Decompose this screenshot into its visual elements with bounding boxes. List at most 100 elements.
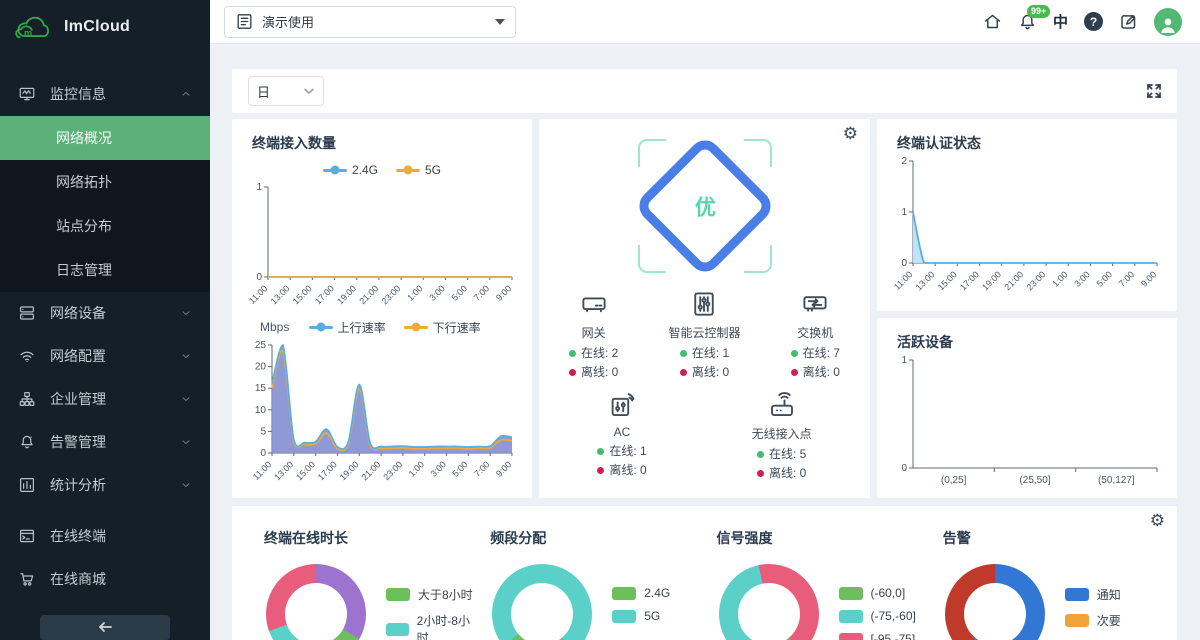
- svg-text:(0,25]: (0,25]: [941, 475, 967, 486]
- legend-item[interactable]: 2.4G: [323, 163, 378, 177]
- online-stat: 在线: 7: [791, 344, 840, 363]
- svg-text:5:00: 5:00: [1095, 269, 1114, 288]
- legend-item[interactable]: (-75,-60]: [839, 609, 916, 623]
- legend-item[interactable]: 5G: [396, 163, 441, 177]
- legend-item[interactable]: 2.4G: [612, 586, 670, 600]
- online-stat: 在线: 2: [569, 344, 618, 363]
- gateway-icon: [579, 289, 609, 319]
- edit-note-icon: [1119, 12, 1138, 31]
- svg-text:19:00: 19:00: [338, 459, 361, 482]
- sidebar-subitem[interactable]: 站点分布: [0, 204, 210, 248]
- speed-legend-row: Mbps 上行速率下行速率: [232, 317, 532, 337]
- app-window: m ImCloud 监控信息网络概况网络拓扑站点分布日志管理网络设备网络配置企业…: [0, 0, 1200, 640]
- svg-text:0: 0: [256, 272, 262, 283]
- legend-label: 下行速率: [433, 319, 481, 336]
- legend-item[interactable]: 5G: [612, 609, 670, 623]
- svg-text:17:00: 17:00: [958, 269, 981, 292]
- svg-text:1:00: 1:00: [1050, 269, 1069, 288]
- svg-text:25: 25: [255, 340, 267, 351]
- legend-item[interactable]: 2小时-8小时: [386, 612, 478, 640]
- user-avatar[interactable]: [1154, 8, 1182, 36]
- device-stat: 无线接入点在线: 5离线: 0: [752, 390, 812, 483]
- settings-gear-icon[interactable]: ⚙: [1150, 512, 1165, 529]
- panel-terminal-access: 终端接入数量 2.4G5G 0111:0013:0015:0017:0019:0…: [232, 119, 532, 498]
- sidebar-item[interactable]: 企业管理: [0, 378, 210, 421]
- legend-item[interactable]: 通知: [1065, 586, 1121, 603]
- legend-chip-icon: [1065, 588, 1089, 601]
- svg-text:9:00: 9:00: [1139, 269, 1158, 288]
- status-dot-icon: [569, 369, 576, 376]
- sidebar-item[interactable]: 在线商城: [0, 558, 210, 601]
- svg-text:1: 1: [256, 182, 262, 193]
- chevron-down-icon: [180, 350, 192, 362]
- svg-text:7:00: 7:00: [1117, 269, 1136, 288]
- feedback-button[interactable]: [1119, 12, 1138, 31]
- sidebar-subitem[interactable]: 网络概况: [0, 116, 210, 160]
- legend-chip-icon: [1065, 614, 1089, 627]
- notification-badge: 99+: [1027, 5, 1050, 18]
- sidebar-item-label: 统计分析: [50, 475, 106, 495]
- panel-auth-status: 终端认证状态 01211:0013:0015:0017:0019:0021:00…: [877, 119, 1177, 311]
- arrow-left-icon: [97, 620, 113, 634]
- sidebar-item[interactable]: 网络设备: [0, 292, 210, 335]
- sidebar-subitem[interactable]: 日志管理: [0, 248, 210, 292]
- legend-item[interactable]: [-95,-75]: [839, 632, 916, 640]
- legend-chip-icon: [386, 588, 410, 601]
- signal-donut: [719, 564, 819, 640]
- device-stats-row: AC在线: 1离线: 0无线接入点在线: 5离线: 0: [539, 390, 870, 483]
- legend-label: (-75,-60]: [871, 609, 916, 623]
- section-signal: 信号强度 (-60,0](-75,-60][-95,-75]: [705, 520, 931, 640]
- settings-gear-icon[interactable]: ⚙: [843, 125, 858, 142]
- language-toggle[interactable]: 中: [1053, 11, 1068, 32]
- status-dot-icon: [680, 369, 687, 376]
- svg-text:15:00: 15:00: [294, 459, 317, 482]
- svg-text:11:00: 11:00: [892, 269, 915, 292]
- right-column: 终端认证状态 01211:0013:0015:0017:0019:0021:00…: [877, 119, 1177, 498]
- legend-item[interactable]: 大于8小时: [386, 586, 478, 603]
- controller-icon: [689, 289, 719, 319]
- sidebar-item[interactable]: 监控信息: [0, 73, 210, 116]
- svg-text:13:00: 13:00: [269, 283, 292, 306]
- sidebar-collapse-button[interactable]: [40, 615, 170, 640]
- scope-selector[interactable]: 演示使用: [224, 6, 516, 38]
- device-name: 智能云控制器: [668, 324, 740, 341]
- fullscreen-button[interactable]: [1145, 82, 1163, 100]
- svg-text:5:00: 5:00: [450, 283, 469, 302]
- cloud-logo-icon: m: [14, 12, 54, 42]
- help-button[interactable]: ?: [1084, 12, 1103, 31]
- legend-label: 上行速率: [338, 319, 386, 336]
- section-alarm: 告警 通知次要重要: [931, 520, 1157, 640]
- sidebar-item[interactable]: 网络配置: [0, 335, 210, 378]
- legend-label: 2小时-8小时: [417, 612, 479, 640]
- sidebar-item[interactable]: 统计分析: [0, 464, 210, 507]
- main-area: 演示使用 99+ 中 ?: [210, 0, 1200, 640]
- user-icon: [1157, 14, 1179, 36]
- legend-item[interactable]: 上行速率: [309, 319, 386, 336]
- panel-title: 终端认证状态: [877, 119, 1177, 153]
- legend-item[interactable]: (-60,0]: [839, 586, 916, 600]
- legend-label: 大于8小时: [418, 586, 473, 603]
- svg-text:m: m: [24, 29, 32, 39]
- device-name: 无线接入点: [752, 425, 812, 442]
- svg-text:23:00: 23:00: [381, 459, 404, 482]
- alarm-donut: [945, 564, 1045, 640]
- period-value: 日: [257, 82, 270, 101]
- dashboard-content: 日 终端接入数量 2.4G5G 0111:0013:0015:0017:0019…: [210, 44, 1200, 640]
- legend-item[interactable]: 下行速率: [404, 319, 481, 336]
- notifications-button[interactable]: 99+: [1018, 12, 1037, 31]
- sidebar-item[interactable]: 告警管理: [0, 421, 210, 464]
- svg-text:0: 0: [901, 258, 907, 269]
- legend-label: 2.4G: [644, 586, 670, 600]
- svg-text:10: 10: [255, 405, 267, 416]
- legend-label: 通知: [1097, 586, 1121, 603]
- svg-text:3:00: 3:00: [1072, 269, 1091, 288]
- panel-active-devices: 活跃设备 01(0,25](25,50](50,127]: [877, 318, 1177, 498]
- speed-chart: 051015202511:0013:0015:0017:0019:0021:00…: [244, 339, 520, 491]
- legend-item[interactable]: 次要: [1065, 612, 1121, 629]
- period-select[interactable]: 日: [248, 76, 324, 106]
- svg-text:23:00: 23:00: [1025, 269, 1048, 292]
- sidebar-item[interactable]: 在线终端: [0, 515, 210, 558]
- home-button[interactable]: [983, 12, 1002, 31]
- sidebar-subitem[interactable]: 网络拓扑: [0, 160, 210, 204]
- panel-network-health: ⚙ 优 网关在线: 2离线: 0智能云控制器在线: 1离线: 0交换机在线: 7…: [539, 119, 870, 498]
